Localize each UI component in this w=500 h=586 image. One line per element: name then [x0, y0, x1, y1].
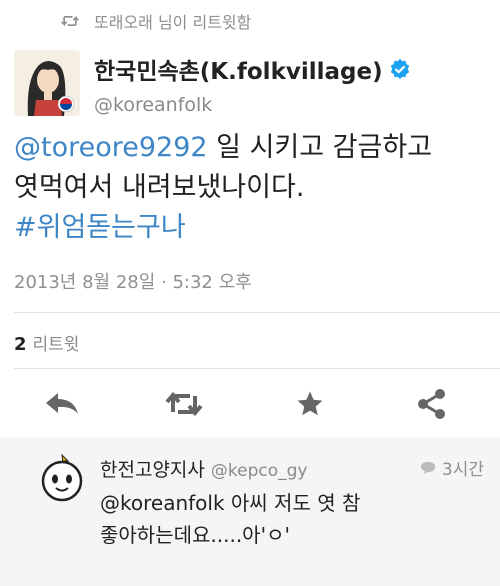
- verified-badge-icon: [390, 58, 409, 80]
- retweet-icon: [61, 15, 79, 27]
- mention-link[interactable]: @toreore9292: [14, 132, 208, 163]
- reply-header: 한전고양지사 @kepco_gy: [100, 455, 307, 482]
- reply-text: @koreanfolk 아씨 저도 엿 참 좋아하는데요.....아'ㅇ': [100, 487, 480, 551]
- favorite-button[interactable]: [290, 384, 330, 424]
- reply-icon: [46, 393, 78, 414]
- retweet-button[interactable]: [164, 384, 204, 424]
- tweet-text-part1: 일 시키고 감금하고: [207, 132, 433, 163]
- hashtag-link[interactable]: #위엄돋는구나: [14, 212, 186, 243]
- author-handle: @koreanfolk: [94, 94, 213, 116]
- reply-avatar[interactable]: [36, 451, 88, 503]
- share-button[interactable]: [412, 384, 452, 424]
- retweet-banner-text: 또래오래 님이 리트윗함: [94, 13, 252, 32]
- tweet-timestamp: 2013년 8월 28일 · 5:32 오후: [14, 272, 252, 293]
- retweet-stats[interactable]: 2 리트윗: [14, 330, 79, 355]
- author-name[interactable]: 한국민속촌(K.folkvillage): [94, 52, 383, 86]
- avatar[interactable]: [14, 50, 80, 116]
- retweet-count: 2: [14, 334, 27, 355]
- action-bar: [0, 380, 500, 428]
- reply-line2: 좋아하는데요.....아'ㅇ': [100, 523, 290, 547]
- reply-time-text: 3시간: [441, 460, 484, 480]
- comment-icon: [420, 461, 435, 474]
- share-icon: [418, 389, 445, 419]
- retweet-icon: [165, 391, 203, 417]
- author-block[interactable]: 한국민속촌(K.folkvillage) @koreanfolk: [94, 52, 411, 116]
- retweet-banner: 또래오래 님이 리트윗함: [60, 8, 251, 34]
- divider: [14, 368, 500, 369]
- reply-author-name[interactable]: 한전고양지사: [100, 459, 205, 481]
- star-icon: [297, 391, 323, 416]
- tweet-text-part2: 엿먹여서 내려보냈나이다.: [14, 172, 305, 203]
- tweet-text: @toreore9292 일 시키고 감금하고 엿먹여서 내려보냈나이다. #위…: [14, 128, 484, 248]
- divider: [14, 312, 500, 313]
- avatar-image: [14, 50, 80, 116]
- reply-item[interactable]: 한전고양지사 @kepco_gy 3시간 @koreanfolk 아씨 저도 엿 …: [0, 437, 500, 586]
- reply-time: 3시간: [420, 455, 484, 480]
- reply-button[interactable]: [42, 384, 82, 424]
- reply-line1: @koreanfolk 아씨 저도 엿 참: [100, 491, 361, 515]
- reply-author-handle: @kepco_gy: [210, 461, 308, 481]
- retweet-stats-label: 리트윗: [32, 335, 80, 355]
